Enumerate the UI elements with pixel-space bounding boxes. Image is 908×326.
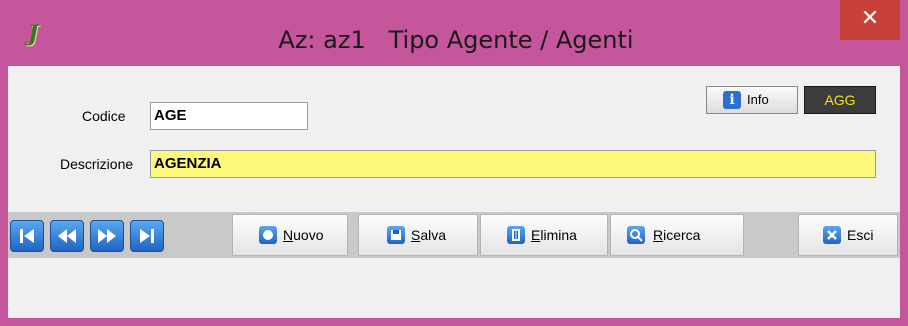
nuovo-button-label: Nuovo: [283, 227, 324, 243]
codice-label: Codice: [82, 108, 126, 124]
descrizione-label: Descrizione: [60, 156, 134, 172]
info-button-label: Info: [747, 92, 769, 107]
app-logo-icon: J: [28, 21, 39, 47]
nuovo-button[interactable]: Nuovo: [232, 214, 348, 256]
salva-button-label: Salva: [411, 227, 447, 243]
delete-icon: [507, 226, 525, 244]
info-icon: i: [723, 91, 741, 109]
form-panel: Codice AGE Descrizione AGENZIA i Info AG…: [8, 66, 900, 318]
last-record-icon: [140, 229, 154, 243]
title-bar[interactable]: J Az: az1 Tipo Agente / Agenti ✕: [0, 0, 908, 66]
record-toolbar: Nuovo Salva Elimina Ricerca Esci: [8, 212, 900, 258]
previous-record-icon: [58, 229, 76, 243]
first-record-icon: [20, 229, 34, 243]
new-record-icon: [259, 226, 277, 244]
salva-button[interactable]: Salva: [358, 214, 478, 256]
agg-button[interactable]: AGG: [804, 86, 876, 114]
first-record-button[interactable]: [10, 220, 44, 252]
application-window: J Az: az1 Tipo Agente / Agenti ✕ Codice …: [0, 0, 908, 326]
status-area: [8, 258, 900, 318]
info-button[interactable]: i Info: [706, 86, 798, 114]
last-record-button[interactable]: [130, 220, 164, 252]
elimina-button-label: Elimina: [531, 227, 577, 243]
exit-icon: [823, 226, 841, 244]
ricerca-button[interactable]: Ricerca: [610, 214, 744, 256]
search-icon: [627, 226, 645, 244]
window-title: Az: az1 Tipo Agente / Agenti: [278, 26, 634, 54]
elimina-button[interactable]: Elimina: [480, 214, 608, 256]
ricerca-button-label: Ricerca: [653, 227, 701, 243]
esci-button-label: Esci: [847, 227, 874, 243]
descrizione-field[interactable]: AGENZIA: [150, 150, 876, 178]
previous-record-button[interactable]: [50, 220, 84, 252]
close-icon: ✕: [860, 6, 880, 31]
close-button[interactable]: ✕: [840, 0, 900, 40]
save-icon: [387, 226, 405, 244]
next-record-button[interactable]: [90, 220, 124, 252]
esci-button[interactable]: Esci: [798, 214, 898, 256]
next-record-icon: [98, 229, 116, 243]
codice-field[interactable]: AGE: [150, 102, 308, 130]
